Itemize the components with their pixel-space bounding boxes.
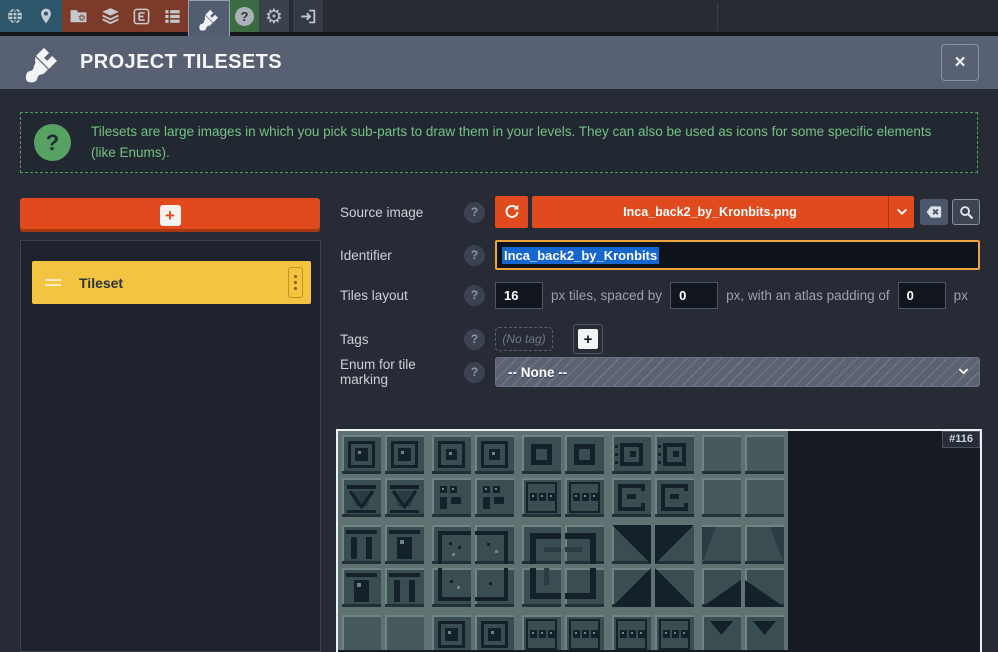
tileset-item-label: Tileset [79, 275, 123, 291]
plus-icon: + [160, 205, 181, 226]
close-button[interactable]: × [941, 44, 979, 81]
panel-header: PROJECT TILESETS × [0, 36, 998, 89]
source-image-help-badge[interactable]: ? [464, 202, 485, 223]
enums-button[interactable] [156, 0, 188, 32]
spacing-input[interactable] [670, 282, 718, 309]
enum-help-badge[interactable]: ? [464, 362, 485, 383]
list-icon [162, 7, 183, 26]
identifier-input[interactable]: Inca_back2_by_Kronbits [495, 240, 980, 270]
magnifier-icon [958, 204, 975, 221]
tags-row: Tags ? (No tag) + [340, 324, 980, 354]
tiles-layout-help-badge[interactable]: ? [464, 285, 485, 306]
reload-image-button[interactable] [495, 196, 528, 228]
tileset-image[interactable] [338, 431, 788, 650]
enum-selected-value: -- None -- [508, 365, 567, 380]
question-icon: ? [34, 124, 71, 161]
tags-label: Tags [340, 332, 464, 347]
world-icon [5, 6, 25, 26]
toolbar-divider [717, 3, 718, 31]
help-box: ? Tilesets are large images in which you… [20, 112, 978, 173]
backspace-clear-icon [924, 203, 944, 221]
enum-select[interactable]: -- None -- [495, 357, 980, 387]
close-icon: × [954, 52, 965, 74]
add-tileset-button[interactable]: + [20, 198, 320, 232]
settings-button[interactable]: ⚙ [259, 0, 289, 32]
help-icon: ? [235, 7, 254, 26]
gear-icon: ⚙ [265, 6, 283, 26]
layers-button[interactable] [94, 0, 126, 32]
item-menu-button[interactable] [288, 267, 303, 298]
identifier-selected-text: Inca_back2_by_Kronbits [502, 247, 659, 264]
source-image-row: Source image ? Inca_back2_by_Kronbits.pn… [340, 196, 980, 228]
identifier-row: Identifier ? Inca_back2_by_Kronbits [340, 240, 980, 270]
px-suffix: px [954, 288, 968, 303]
paint-brush-icon [197, 7, 221, 31]
project-button[interactable] [62, 0, 94, 32]
identifier-help-badge[interactable]: ? [464, 245, 485, 266]
spacing-text: px tiles, spaced by [551, 288, 662, 303]
source-image-picker[interactable]: Inca_back2_by_Kronbits.png [532, 196, 914, 228]
padding-input[interactable] [898, 282, 946, 309]
locate-file-button[interactable] [952, 199, 980, 225]
clear-image-button[interactable] [920, 199, 948, 225]
main-toolbar: ? ⚙ [0, 0, 998, 36]
panel-brush-icon [22, 43, 62, 83]
exit-button[interactable] [293, 0, 323, 32]
entities-button[interactable] [126, 0, 156, 32]
tilesets-tab[interactable] [188, 0, 230, 36]
source-image-filename[interactable]: Inca_back2_by_Kronbits.png [532, 196, 888, 228]
source-image-dropdown[interactable] [888, 196, 914, 228]
chevron-down-icon [894, 205, 910, 219]
map-pin-icon [37, 6, 55, 26]
chevron-down-icon [956, 365, 971, 378]
tileset-list-item[interactable]: Tileset [32, 261, 311, 304]
kebab-dot [294, 287, 297, 290]
tileset-list: Tileset [20, 240, 321, 652]
plus-icon: + [578, 329, 598, 349]
enum-marking-row: Enum for tile marking ? -- None -- [340, 357, 980, 387]
tags-help-badge[interactable]: ? [464, 329, 485, 350]
project-tilesets-panel: ? ⚙ PROJECT TILESETS × ? Tilesets are la… [0, 0, 998, 652]
help-box-text: Tilesets are large images in which you p… [91, 122, 947, 163]
help-button[interactable]: ? [230, 0, 259, 32]
enum-marking-label: Enum for tile marking [340, 357, 464, 387]
padding-text: px, with an atlas padding of [726, 288, 890, 303]
no-tag-placeholder: (No tag) [495, 327, 553, 351]
tile-count-badge: #116 [942, 431, 980, 448]
world-button[interactable] [0, 0, 30, 32]
folder-gear-icon [68, 6, 89, 26]
add-tag-button[interactable]: + [573, 324, 603, 354]
source-image-label: Source image [340, 205, 464, 220]
entity-e-icon [132, 7, 151, 26]
kebab-dot [294, 281, 297, 284]
drag-handle-icon[interactable] [45, 279, 61, 281]
identifier-label: Identifier [340, 248, 464, 263]
level-button[interactable] [30, 0, 62, 32]
tiles-layout-label: Tiles layout [340, 288, 464, 303]
tile-size-input[interactable] [495, 282, 543, 309]
refresh-icon [503, 203, 521, 221]
layers-icon [100, 6, 121, 26]
tileset-preview[interactable]: #116 [336, 429, 982, 652]
kebab-dot [294, 275, 297, 278]
tiles-layout-row: Tiles layout ? px tiles, spaced by px, w… [340, 281, 980, 309]
page-title: PROJECT TILESETS [80, 51, 282, 74]
exit-icon [298, 7, 318, 26]
